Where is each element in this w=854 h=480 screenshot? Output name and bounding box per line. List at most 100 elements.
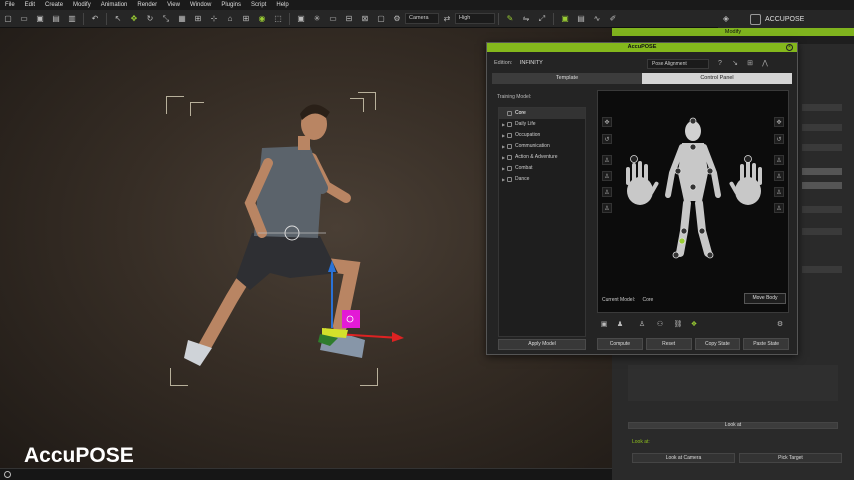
help-icon[interactable]: ? (715, 59, 725, 69)
menu-view[interactable]: View (162, 0, 185, 10)
look-at-header[interactable]: Look at (628, 422, 838, 429)
look-at-camera-button[interactable]: Look at Camera (632, 453, 735, 463)
menu-plugins[interactable]: Plugins (216, 0, 246, 10)
accupose-dialog: AccuPOSE × Edition: INFINITY Pose Alignm… (486, 42, 798, 355)
new-file-icon[interactable]: ▢ (2, 13, 14, 25)
timeline-scrubber[interactable] (4, 471, 11, 478)
timeline-icon[interactable]: ▤ (575, 13, 587, 25)
compute-button[interactable]: Compute (597, 338, 643, 350)
copy-state-button[interactable]: Copy State (694, 338, 741, 350)
menu-file[interactable]: File (0, 0, 20, 10)
expand-arrow-icon[interactable]: ▶ (502, 152, 505, 163)
rotate-icon[interactable]: ↻ (144, 13, 156, 25)
layout-icon[interactable]: ▣ (599, 320, 609, 330)
camera-view-icon[interactable]: ▣ (295, 13, 307, 25)
move-gizmo-icon[interactable]: ✥ (128, 13, 140, 25)
menu-modify[interactable]: Modify (68, 0, 96, 10)
light-icon[interactable]: ✳ (311, 13, 323, 25)
menu-edit[interactable]: Edit (20, 0, 40, 10)
curve-icon[interactable]: ∿ (591, 13, 603, 25)
accupose-toggle-icon[interactable]: ▣ (559, 13, 571, 25)
reset-button[interactable]: Reset (645, 338, 692, 350)
tree-item-occupation[interactable]: ▶ Occupation (499, 130, 585, 141)
select-arrow-icon[interactable]: ↖ (112, 13, 124, 25)
expand-arrow-icon[interactable]: ▶ (502, 174, 505, 185)
quality-select[interactable]: High (455, 13, 495, 24)
close-icon[interactable]: × (786, 44, 793, 51)
menu-script[interactable]: Script (246, 0, 271, 10)
save-icon[interactable]: ▣ (34, 13, 46, 25)
expand-arrow-icon[interactable]: ▶ (502, 163, 505, 174)
tree-item-combat[interactable]: ▶ Combat (499, 163, 585, 174)
panel-field[interactable] (802, 266, 842, 273)
tree-item-communication[interactable]: ▶ Communication (499, 141, 585, 152)
eye-icon[interactable]: ◉ (256, 13, 268, 25)
tree-item-core[interactable]: Core (499, 108, 585, 119)
panel-field[interactable] (802, 124, 842, 131)
tree-item-label: Combat (515, 165, 533, 171)
walk-icon[interactable]: ♟ (615, 320, 625, 330)
menu-create[interactable]: Create (40, 0, 68, 10)
home-icon[interactable]: ⌂ (224, 13, 236, 25)
panel-field[interactable] (802, 168, 842, 175)
panel-field[interactable] (802, 206, 842, 213)
camera-swap-icon[interactable]: ⇄ (441, 13, 453, 25)
panel-field[interactable] (802, 182, 842, 189)
viewport-split-icon[interactable]: ⊟ (343, 13, 355, 25)
scale-icon[interactable]: ⤡ (160, 13, 172, 25)
render-icon[interactable]: ⚙ (391, 13, 403, 25)
save-as-icon[interactable]: ▤ (50, 13, 62, 25)
pose-alignment-select[interactable]: Pose Alignment (647, 59, 709, 69)
menu-bar: File Edit Create Modify Animation Render… (0, 0, 854, 10)
mannequin-control-map[interactable] (598, 91, 790, 291)
brush-icon[interactable]: ✐ (607, 13, 619, 25)
tree-item-dance[interactable]: ▶ Dance (499, 174, 585, 185)
body-parts-icon[interactable]: ⚇ (655, 320, 665, 330)
layout-icon[interactable]: ▭ (327, 13, 339, 25)
open-folder-icon[interactable]: ▭ (18, 13, 30, 25)
accupose-logo-icon[interactable]: ⋀ (760, 59, 770, 69)
camera-select[interactable]: Camera (405, 13, 439, 24)
expand-arrow-icon[interactable]: ▶ (502, 130, 505, 141)
pivot-icon[interactable]: ⊹ (208, 13, 220, 25)
grid-icon[interactable]: ⊞ (240, 13, 252, 25)
tab-template[interactable]: Template (492, 73, 642, 84)
menu-render[interactable]: Render (132, 0, 162, 10)
menu-window[interactable]: Window (185, 0, 216, 10)
tab-modify[interactable]: Modify (612, 28, 854, 36)
tree-item-label: Daily Life (515, 121, 536, 127)
figure-icon[interactable]: ♙ (637, 320, 647, 330)
undo-icon[interactable]: ↶ (89, 13, 101, 25)
edit-pose-icon[interactable]: ✎ (504, 13, 516, 25)
export-icon[interactable]: ▥ (66, 13, 78, 25)
apply-model-button[interactable]: Apply Model (498, 339, 586, 350)
expand-arrow-icon[interactable]: ▶ (502, 119, 505, 130)
panel-field[interactable] (802, 144, 842, 151)
folder-icon (507, 155, 512, 160)
settings-icon[interactable]: ⚙ (775, 320, 785, 330)
snap-icon[interactable]: ▦ (176, 13, 188, 25)
pick-icon[interactable]: ↘ (730, 59, 740, 69)
safe-frame-icon[interactable]: ▢ (375, 13, 387, 25)
panel-field[interactable] (802, 228, 842, 235)
expand-arrow-icon[interactable]: ▶ (502, 141, 505, 152)
pick-target-button[interactable]: Pick Target (739, 453, 842, 463)
wireframe-icon[interactable]: ⊠ (359, 13, 371, 25)
joint-highlight-icon[interactable]: ❖ (689, 320, 699, 330)
timeline-bar[interactable] (0, 468, 612, 480)
tree-item-action-adventure[interactable]: ▶ Action & Adventure (499, 152, 585, 163)
move-body-button[interactable]: Move Body (744, 293, 786, 304)
reach-icon[interactable]: ⤢ (536, 13, 548, 25)
paste-state-button[interactable]: Paste State (743, 338, 789, 350)
panel-field[interactable] (802, 104, 842, 111)
frame-icon[interactable]: ⬚ (272, 13, 284, 25)
tab-control-panel[interactable]: Control Panel (642, 73, 792, 84)
align-icon[interactable]: ⊞ (192, 13, 204, 25)
link-icon[interactable]: ⛓ (673, 320, 683, 330)
tree-item-daily-life[interactable]: ▶ Daily Life (499, 119, 585, 130)
menu-animation[interactable]: Animation (96, 0, 133, 10)
menu-help[interactable]: Help (271, 0, 293, 10)
mirror-icon[interactable]: ⇋ (520, 13, 532, 25)
grid-icon[interactable]: ⊞ (745, 59, 755, 69)
dialog-title[interactable]: AccuPOSE (487, 43, 797, 52)
